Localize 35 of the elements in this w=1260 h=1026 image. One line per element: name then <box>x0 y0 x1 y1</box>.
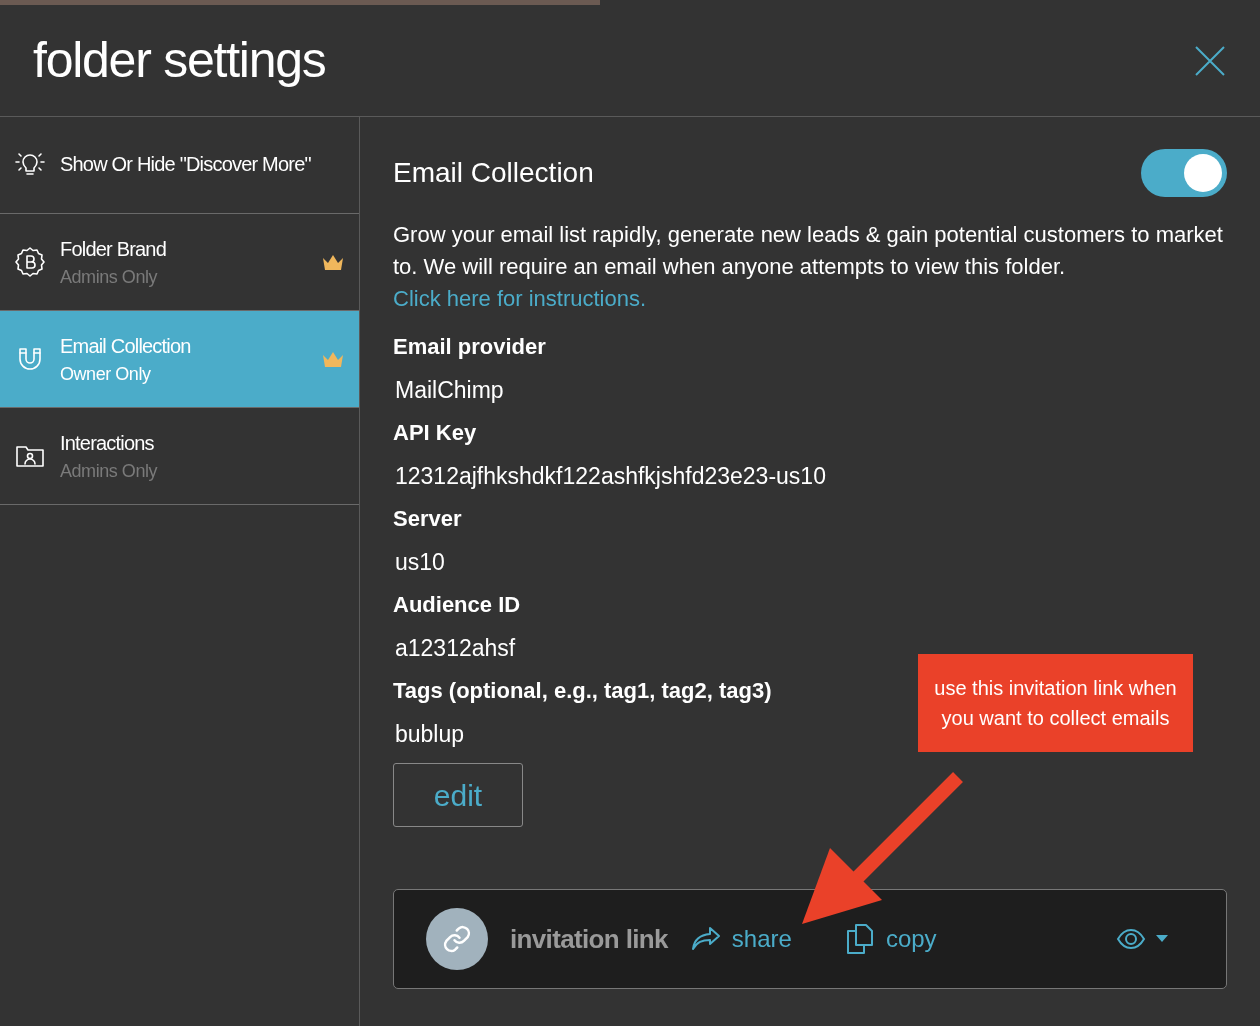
item-title: Interactions <box>60 430 155 456</box>
eye-icon <box>1116 928 1146 950</box>
item-title: Email Collection <box>60 333 192 359</box>
share-arrow-icon <box>689 925 722 953</box>
field-label: API Key <box>393 419 477 447</box>
item-subtitle: Owner Only <box>60 362 152 386</box>
edit-button[interactable]: edit <box>393 763 523 827</box>
field-value: MailChimp <box>394 376 504 405</box>
field-value: 12312ajfhkshdkf122ashfkjshfd23e23-us10 <box>394 462 826 491</box>
field-value: us10 <box>394 548 445 577</box>
field-label: Tags (optional, e.g., tag1, tag2, tag3) <box>393 677 772 705</box>
sidebar-item[interactable]: Show Or Hide "Discover More" <box>0 117 359 214</box>
share-button[interactable]: share <box>689 921 792 957</box>
visibility-dropdown[interactable] <box>1116 928 1168 950</box>
field-label: Server <box>393 505 462 533</box>
field-label: Email provider <box>393 333 546 361</box>
item-subtitle: Admins Only <box>60 265 159 289</box>
instructions-link[interactable]: Click here for instructions. <box>393 286 647 311</box>
field-value: bublup <box>394 720 465 749</box>
copy-button[interactable]: copy <box>843 921 937 957</box>
invitation-label: invitation link <box>510 922 668 956</box>
section-title: Email Collection <box>393 156 594 190</box>
annotation-callout: use this invitation link when you want to collect emails <box>918 654 1193 752</box>
sidebar-item[interactable]: Interactions Admins Only <box>0 408 359 505</box>
badge-letter-icon <box>14 246 46 278</box>
caret-icon <box>1156 935 1168 943</box>
close-button[interactable] <box>1193 43 1227 78</box>
item-subtitle: Admins Only <box>60 459 159 483</box>
dialog-title: folder settings <box>33 31 326 90</box>
toggle-switch[interactable] <box>1141 149 1227 197</box>
item-title: Show Or Hide "Discover More" <box>60 152 312 177</box>
item-title: Folder Brand <box>60 236 167 262</box>
field-label: Audience ID <box>393 591 521 619</box>
description: Grow your email list rapidly, generate new leads & gain potential customers to market to. We will require an email when anyone attempts to view this folder. Click here for instructions. <box>393 221 1224 313</box>
field-value: a12312ahsf <box>394 634 516 663</box>
